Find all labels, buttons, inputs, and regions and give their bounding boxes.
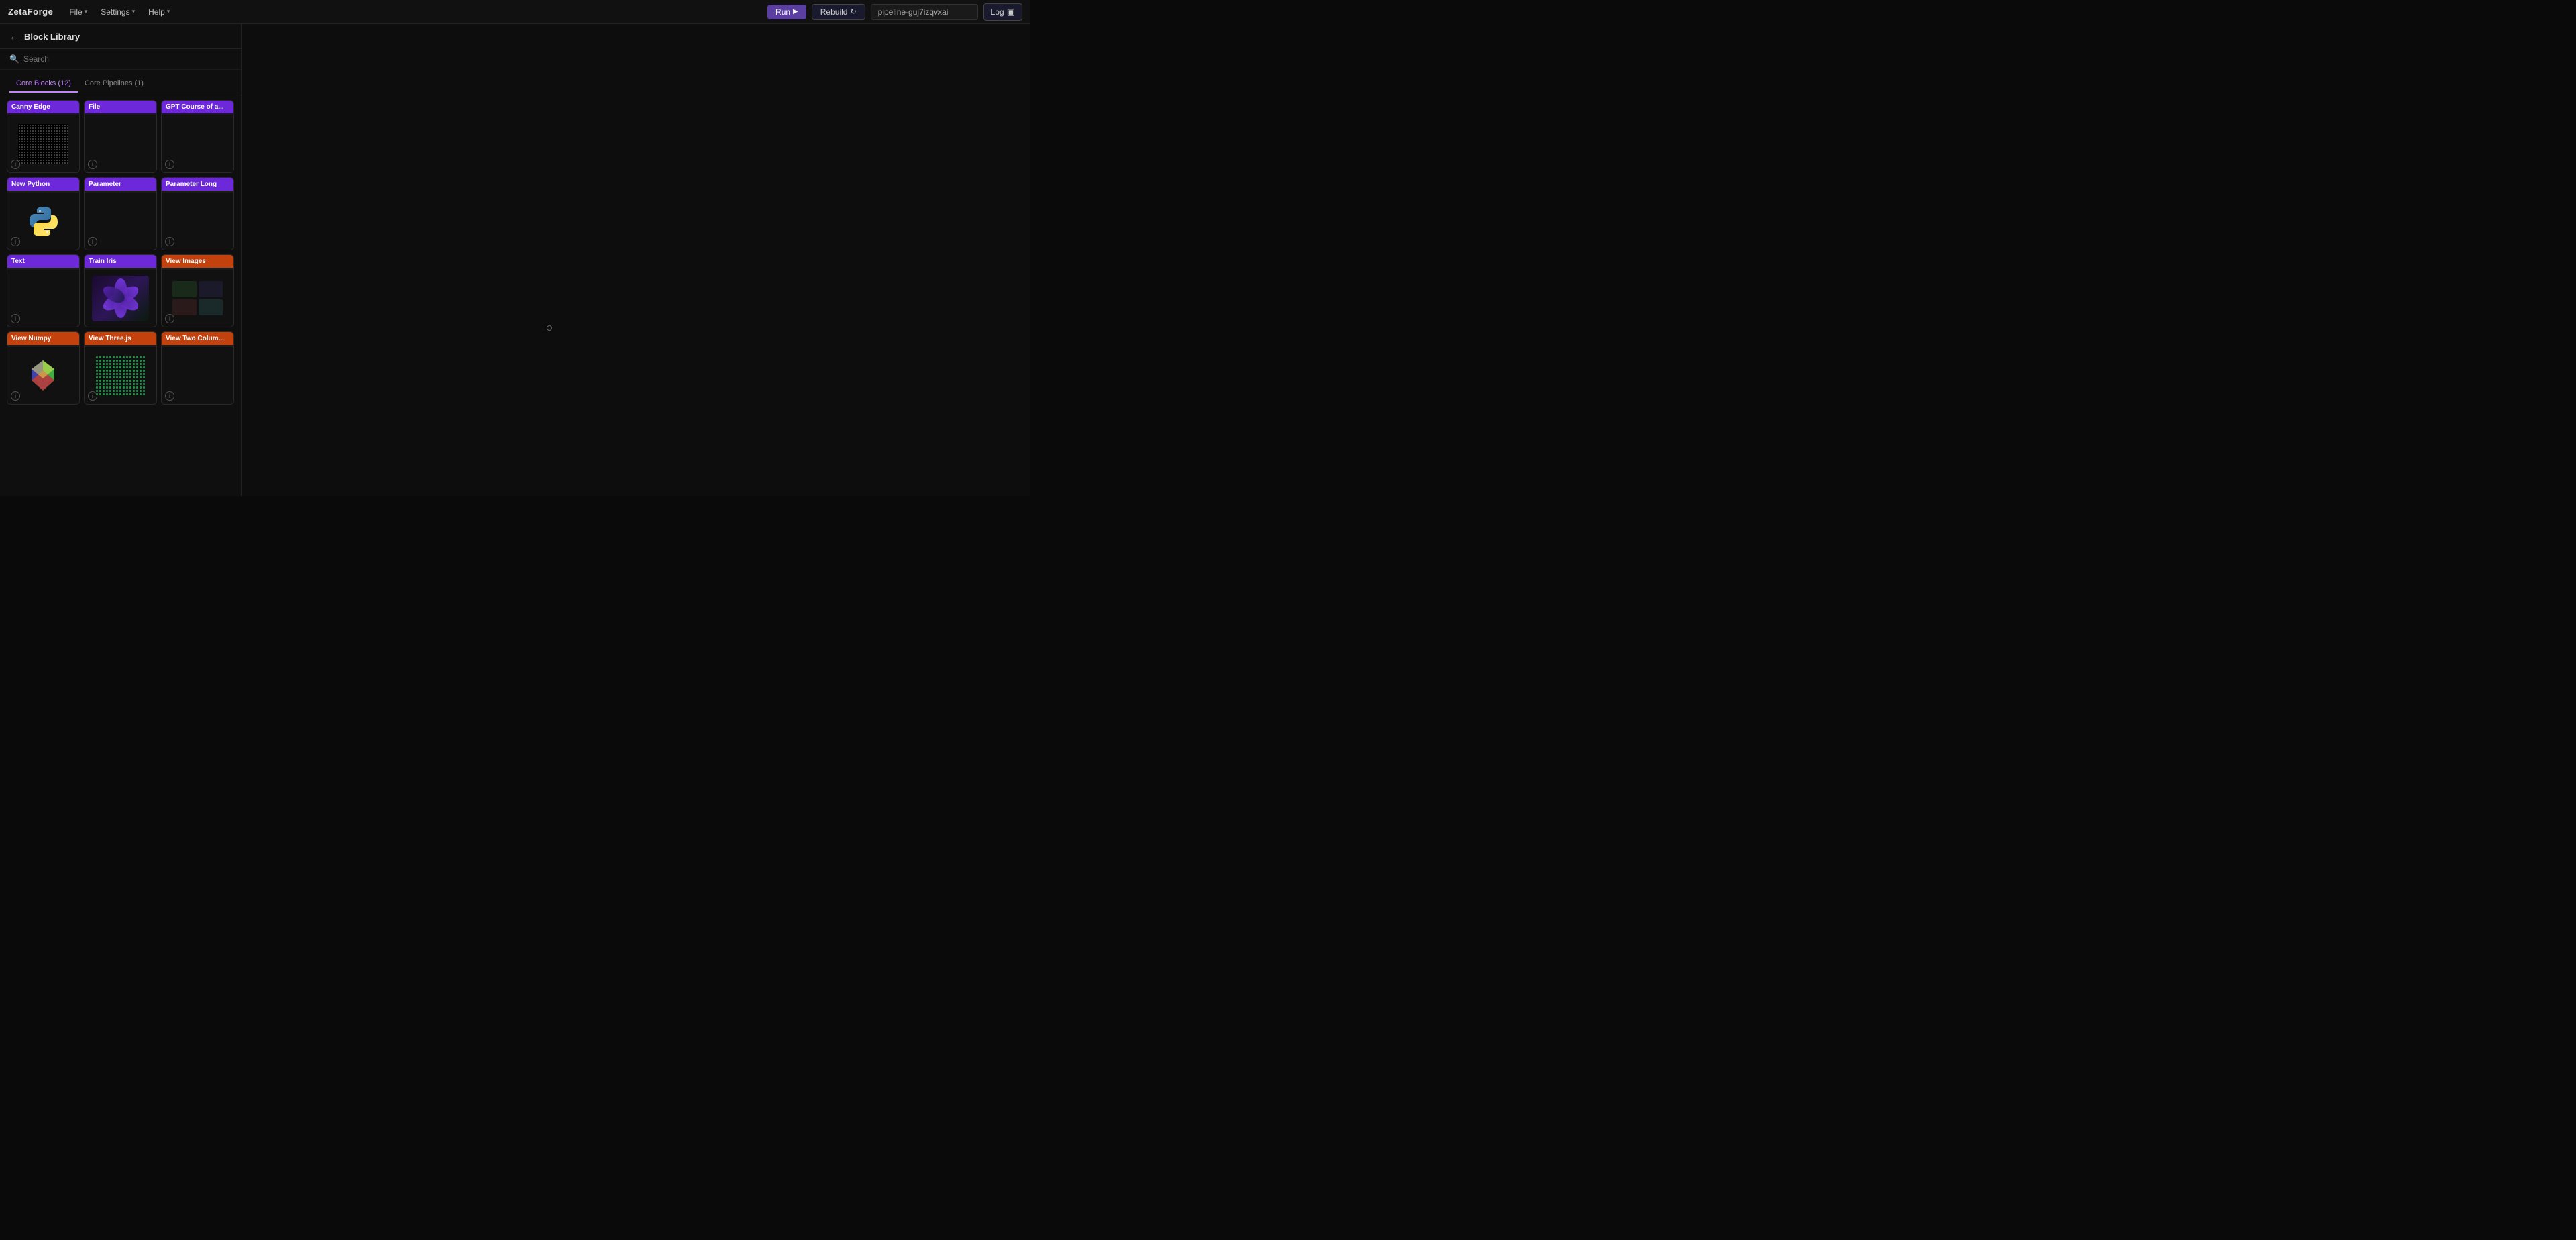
sidebar-title: Block Library	[24, 32, 80, 42]
file-chevron-icon: ▾	[85, 8, 88, 15]
block-view-two-columns[interactable]: View Two Colum... i	[161, 331, 234, 405]
python-logo-icon	[26, 204, 61, 239]
block-label-view-threejs: View Three.js	[85, 332, 156, 345]
info-icon-python[interactable]: i	[11, 237, 20, 246]
sidebar: ← Block Library 🔍 Core Blocks (12) Core …	[0, 24, 241, 496]
refresh-icon: ↻	[850, 7, 856, 16]
block-label-file: File	[85, 101, 156, 113]
brand-logo: ZetaForge	[8, 7, 53, 17]
monitor-icon: ▣	[1007, 7, 1015, 17]
topnav: ZetaForge File ▾ Settings ▾ Help ▾ Run ▶…	[0, 0, 1030, 24]
run-button[interactable]: Run ▶	[767, 5, 806, 19]
block-file[interactable]: File i	[84, 100, 157, 173]
block-gpt-course[interactable]: GPT Course of a... i	[161, 100, 234, 173]
back-arrow-icon[interactable]: ←	[9, 31, 19, 42]
block-canny-edge[interactable]: Canny Edge i	[7, 100, 80, 173]
info-icon-parameter[interactable]: i	[88, 237, 97, 246]
tabs-row: Core Blocks (12) Core Pipelines (1)	[0, 70, 241, 93]
nav-menu: File ▾ Settings ▾ Help ▾	[64, 5, 175, 19]
info-icon-file[interactable]: i	[88, 160, 97, 169]
tab-core-blocks[interactable]: Core Blocks (12)	[9, 75, 78, 93]
log-button[interactable]: Log ▣	[983, 3, 1022, 21]
block-new-python[interactable]: New Python	[7, 177, 80, 250]
block-label-text: Text	[7, 255, 79, 268]
block-label-train-iris: Train Iris	[85, 255, 156, 268]
block-label-canny: Canny Edge	[7, 101, 79, 113]
block-label-view-images: View Images	[162, 255, 233, 268]
info-icon-view-two-columns[interactable]: i	[165, 391, 174, 401]
search-icon: 🔍	[9, 54, 19, 64]
workspace-canvas[interactable]	[241, 24, 1030, 496]
info-icon-gpt[interactable]: i	[165, 160, 174, 169]
cursor	[547, 325, 552, 331]
search-bar: 🔍	[0, 49, 241, 70]
block-parameter-long[interactable]: Parameter Long i	[161, 177, 234, 250]
settings-chevron-icon: ▾	[132, 8, 136, 15]
block-view-numpy[interactable]: View Numpy i	[7, 331, 80, 405]
block-parameter[interactable]: Parameter i	[84, 177, 157, 250]
sidebar-header: ← Block Library	[0, 24, 241, 49]
block-train-iris[interactable]: Train Iris	[84, 254, 157, 327]
play-icon: ▶	[793, 8, 798, 15]
main-area: ← Block Library 🔍 Core Blocks (12) Core …	[0, 24, 1030, 496]
nav-file[interactable]: File ▾	[64, 5, 93, 19]
block-preview-train-iris	[85, 270, 156, 327]
blocks-grid: Canny Edge i File i GPT Course of a... i	[0, 93, 241, 496]
info-icon-view-threejs[interactable]: i	[88, 391, 97, 401]
info-icon-view-numpy[interactable]: i	[11, 391, 20, 401]
rebuild-button[interactable]: Rebuild ↻	[812, 4, 865, 20]
block-text[interactable]: Text i	[7, 254, 80, 327]
nav-help[interactable]: Help ▾	[143, 5, 175, 19]
block-label-parameter: Parameter	[85, 178, 156, 191]
pipeline-name-field[interactable]: pipeline-guj7izqvxai	[871, 4, 978, 20]
help-chevron-icon: ▾	[167, 8, 170, 15]
block-label-gpt: GPT Course of a...	[162, 101, 233, 113]
nav-center: Run ▶ Rebuild ↻ pipeline-guj7izqvxai Log…	[767, 3, 1022, 21]
info-icon-parameter-long[interactable]: i	[165, 237, 174, 246]
block-view-images[interactable]: View Images i	[161, 254, 234, 327]
tab-core-pipelines[interactable]: Core Pipelines (1)	[78, 75, 150, 93]
numpy-shape-icon	[25, 357, 62, 394]
block-view-threejs[interactable]: View Three.js i	[84, 331, 157, 405]
info-icon-canny[interactable]: i	[11, 160, 20, 169]
info-icon-text[interactable]: i	[11, 314, 20, 323]
block-label-view-numpy: View Numpy	[7, 332, 79, 345]
block-label-view-two-columns: View Two Colum...	[162, 332, 233, 345]
nav-settings[interactable]: Settings ▾	[95, 5, 140, 19]
iris-petal-group	[92, 276, 150, 321]
info-icon-view-images[interactable]: i	[165, 314, 174, 323]
block-label-parameter-long: Parameter Long	[162, 178, 233, 191]
search-input[interactable]	[23, 54, 231, 64]
block-label-python: New Python	[7, 178, 79, 191]
